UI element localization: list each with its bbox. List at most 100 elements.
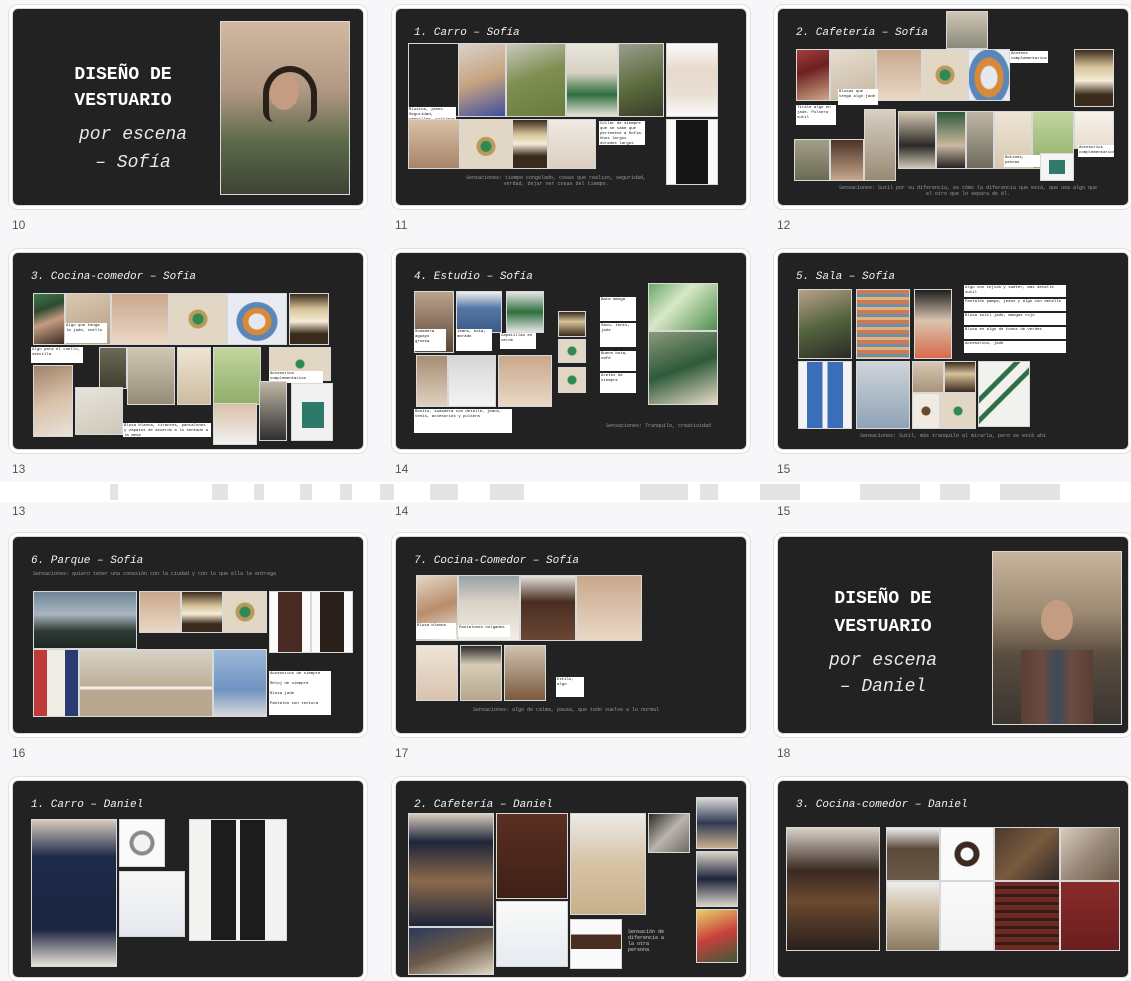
photo [570, 813, 646, 915]
portrait-photo [992, 551, 1122, 725]
note-box: Estilo, algo [556, 677, 584, 697]
slide-number: 16 [12, 746, 26, 760]
scroll-overlay-strip [0, 482, 1131, 502]
slide-number: 11 [395, 218, 408, 232]
slide-number: 12 [777, 218, 791, 232]
scene-note: Sensaciones: Sutil por su diferencia, es… [838, 185, 1098, 197]
photo [570, 919, 622, 969]
photo [213, 649, 267, 717]
cover-subtitle-line2: – Sofía [95, 153, 171, 173]
photo [408, 43, 460, 117]
photo [498, 355, 552, 407]
note-box: Bueno bota, café [600, 351, 636, 371]
photo [856, 361, 910, 429]
note-box: Algo que tenga la jade, cuello [65, 323, 107, 343]
scene-note: Sensaciones: Tranquilo, creatividad [606, 423, 712, 429]
photo [177, 347, 211, 405]
photo [31, 819, 117, 967]
photo [408, 813, 494, 927]
slide-title: 2. Cafetería – Sofía [796, 27, 929, 39]
note-box: Botines, pescas [1004, 155, 1040, 167]
repeat-label: 13 [12, 504, 26, 518]
photo [416, 645, 458, 701]
scene-note: Sensaciones: quiero tener una conexión c… [33, 571, 277, 577]
photo [169, 293, 227, 345]
cover-title-line2: VESTUARIO [74, 91, 172, 111]
slide-title: 1. Carro – Sofía [414, 27, 520, 39]
photo [189, 819, 287, 941]
photo [33, 365, 73, 437]
photo [994, 827, 1060, 881]
note-box: Blusa en algo de tonos de verdes [964, 327, 1066, 339]
note-box: Pantalón pampa, jeans y algo con detalle [964, 299, 1066, 311]
photo [886, 827, 940, 881]
slide-thumbnail-18[interactable]: DISEÑO DE VESTUARIO por escena – Daniel [777, 536, 1129, 734]
note-box: Jeans, bota, morado [456, 329, 492, 351]
note-box: Blusas que tenga algo jade [838, 89, 878, 105]
slide-thumbnail-11[interactable]: 1. Carro – Sofía Blusita, jeans. Segurid… [395, 8, 747, 206]
photo [504, 645, 546, 701]
photo [1060, 881, 1120, 951]
photo [696, 909, 738, 963]
photo [416, 355, 448, 407]
slide-thumbnail-16[interactable]: 6. Parque – Sofía Sensaciones: quiero te… [12, 536, 364, 734]
note-box: Aretes de siempre [600, 373, 636, 393]
photo [408, 927, 494, 975]
photo [794, 139, 830, 181]
note-box: Bata manga [600, 297, 636, 321]
photo [1074, 49, 1114, 107]
slide-number: 17 [395, 746, 409, 760]
photo [666, 43, 718, 117]
slide-thumbnail-12[interactable]: 2. Cafetería – Sofía Accesos complementa… [777, 8, 1129, 206]
slide-thumbnail-17[interactable]: 7. Cocina-Comedor – Sofía Blusa blanca P… [395, 536, 747, 734]
photo [696, 851, 738, 907]
photo [259, 381, 287, 441]
photo [311, 591, 353, 653]
slide-thumbnail-10[interactable]: DISEÑO DE VESTUARIO por escena – Sofía [12, 8, 364, 206]
photo [876, 49, 922, 101]
photo [914, 289, 952, 359]
photo [798, 361, 852, 429]
slide-thumbnail-21[interactable]: 3. Cocina-comedor – Daniel [777, 780, 1129, 978]
photo [512, 119, 548, 169]
photo [864, 109, 896, 181]
note-box: Bonito, sudadera con detalle, jeans, ten… [414, 409, 512, 433]
slide-thumbnail-20[interactable]: 2. Cafetería – Daniel Sensación de difer… [395, 780, 747, 978]
slide-thumbnail-13[interactable]: 3. Cocina-comedor – Sofía Algo que tenga… [12, 252, 364, 450]
slide-title: 4. Estudio – Sofía [414, 271, 533, 283]
photo [936, 111, 966, 169]
photo [213, 347, 261, 405]
photo [448, 355, 496, 407]
photo [856, 289, 910, 359]
photo [119, 819, 165, 867]
photo [576, 575, 642, 641]
photo [558, 339, 586, 363]
photo [548, 119, 596, 169]
note-box: Accesorios complementarios [1078, 145, 1114, 157]
note-box: Collar de siempre que se sabe que perten… [599, 121, 645, 145]
photo [289, 293, 329, 345]
slide-thumbnail-14[interactable]: 4. Estudio – Sofía Sudadera aguayo grues… [395, 252, 747, 450]
cover-subtitle-line2: – Daniel [839, 677, 927, 697]
photo [618, 43, 664, 117]
slide-title: 6. Parque – Sofía [31, 555, 144, 567]
photo [796, 49, 830, 101]
photo [968, 49, 1010, 101]
photo [223, 591, 267, 633]
slide-number: 10 [12, 218, 26, 232]
cover-title-line1: DISEÑO DE [834, 589, 932, 609]
photo [460, 119, 512, 169]
note-box: Sudadera aguayo gruesa [414, 329, 446, 351]
note-box: Algo para el cuello, sencilla [31, 347, 83, 363]
photo [213, 403, 257, 445]
slide-thumbnail-19[interactable]: 1. Carro – Daniel [12, 780, 364, 978]
note-box: Reloj de siempre [269, 681, 331, 691]
photo [940, 827, 994, 881]
photo [75, 387, 123, 435]
photo [269, 591, 311, 653]
slide-thumbnail-15[interactable]: 5. Sala – Sofía Algo con tejido y suéter… [777, 252, 1129, 450]
cover-title-line2: VESTUARIO [834, 617, 932, 637]
slide-number: 15 [777, 462, 791, 476]
photo [898, 111, 936, 169]
photo [1060, 827, 1120, 881]
